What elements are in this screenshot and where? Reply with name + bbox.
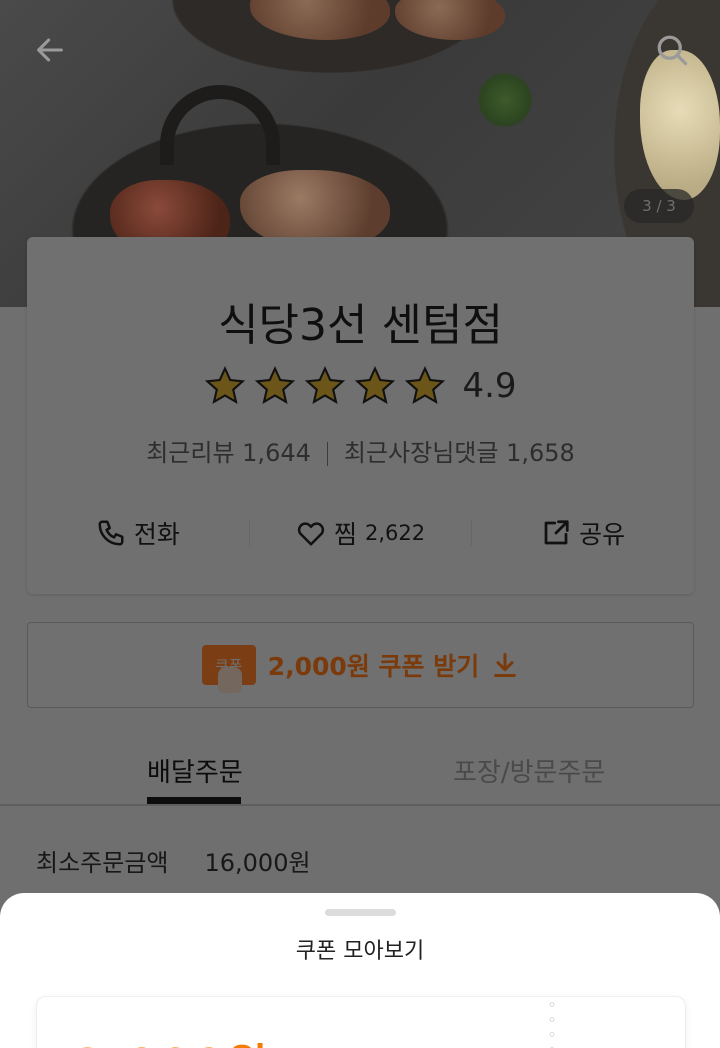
store-info-card: 식당3선 센텀점 4.9 최근리뷰 1,644 최근사장님댓글 1,658 전화 … [27, 237, 694, 594]
share-button[interactable]: 공유 [472, 515, 694, 551]
coupon-download-banner[interactable]: 쿠폰 2,000원 쿠폰 받기 [27, 622, 694, 708]
coupon-card[interactable]: 2,000원 [36, 996, 686, 1048]
min-order-label: 최소주문금액 [36, 849, 169, 877]
call-label: 전화 [133, 520, 180, 549]
star-icon [355, 365, 396, 405]
tab-pickup[interactable]: 포장/방문주문 [453, 752, 605, 789]
search-button[interactable] [650, 28, 694, 72]
call-button[interactable]: 전화 [27, 515, 249, 551]
owner-replies-link[interactable]: 최근사장님댓글 1,658 [344, 439, 575, 467]
share-icon [544, 520, 569, 545]
coupon-perforation [549, 997, 555, 1048]
rating-value: 4.9 [462, 366, 517, 406]
arrow-left-icon [37, 38, 63, 62]
sheet-drag-handle[interactable] [325, 909, 396, 916]
review-stats: 최근리뷰 1,644 최근사장님댓글 1,658 [27, 433, 694, 468]
tab-delivery[interactable]: 배달주문 [147, 752, 243, 789]
coupon-ticket-icon: 쿠폰 [201, 645, 256, 693]
coupon-amount: 2,000원 [73, 1029, 271, 1048]
rating-row: 4.9 [27, 365, 694, 407]
star-icon [205, 365, 246, 405]
hand-pointer-icon [217, 667, 242, 693]
favorite-count: 2,622 [364, 521, 426, 545]
stats-divider [326, 442, 328, 466]
star-icon [255, 365, 296, 405]
photo-counter: 3 / 3 [624, 189, 694, 223]
min-order-row: 최소주문금액 16,000원 [36, 843, 311, 878]
herb-image [470, 70, 540, 130]
favorite-button[interactable]: 찜 2,622 [250, 515, 472, 551]
recent-reviews-link[interactable]: 최근리뷰 1,644 [146, 439, 311, 467]
order-type-tabs: 배달주문 포장/방문주문 [0, 738, 720, 806]
food-image-part [640, 50, 720, 200]
star-icon [305, 365, 346, 405]
store-name: 식당3선 센텀점 [218, 300, 503, 351]
food-image-part [395, 0, 505, 40]
heart-icon [297, 522, 325, 546]
phone-icon [98, 520, 124, 546]
store-actions: 전화 찜 2,622 공유 [27, 515, 694, 551]
back-button[interactable] [28, 28, 72, 72]
min-order-value: 16,000원 [204, 849, 311, 877]
coupon-bottom-sheet: 쿠폰 모아보기 2,000원 [0, 893, 720, 1048]
search-icon [657, 35, 688, 66]
star-icon [405, 365, 446, 405]
sheet-title: 쿠폰 모아보기 [295, 939, 425, 964]
active-tab-indicator [147, 797, 241, 804]
pan-handle-image [160, 85, 280, 165]
coupon-banner-text: 2,000원 쿠폰 받기 [267, 652, 480, 681]
share-label: 공유 [579, 520, 626, 549]
food-image-part [250, 0, 390, 40]
download-icon [494, 652, 517, 678]
favorite-label: 찜 [333, 520, 357, 549]
